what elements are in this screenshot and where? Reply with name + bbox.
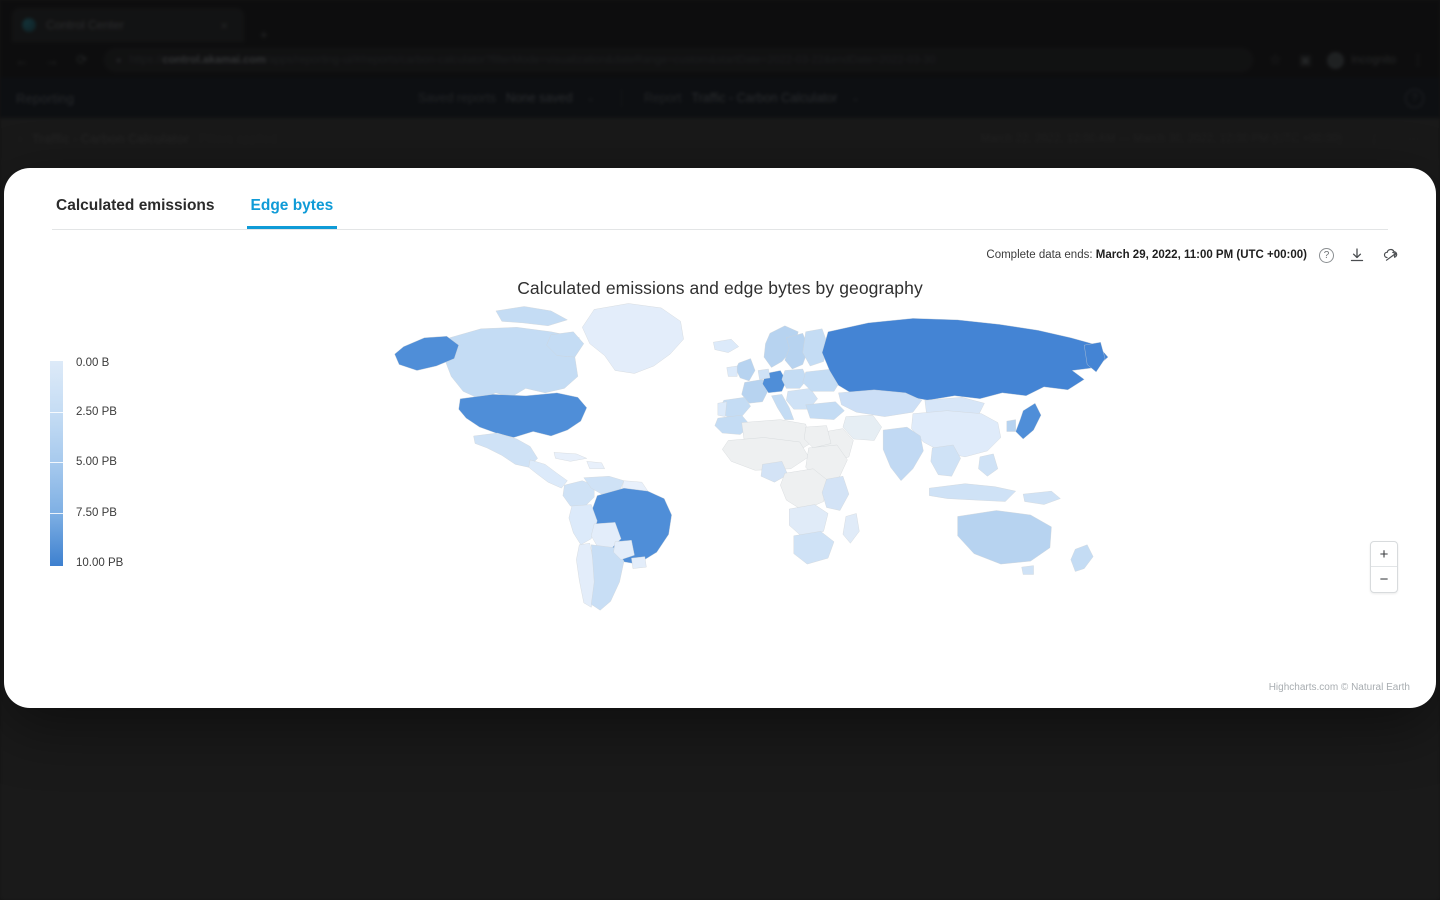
legend-tick-4: 10.00 PB (76, 557, 123, 569)
country-japan[interactable] (1016, 403, 1041, 439)
country-canada-arctic[interactable] (496, 306, 567, 325)
country-iceland[interactable] (713, 339, 738, 352)
country-central-america[interactable] (529, 460, 568, 488)
download-icon[interactable] (1346, 244, 1368, 266)
zoom-out-button[interactable]: − (1371, 567, 1397, 592)
country-turkey[interactable] (806, 402, 845, 420)
map-zoom-controls: + − (1370, 541, 1398, 593)
country-united-states[interactable] (459, 393, 587, 438)
color-legend: 0.00 B 2.50 PB 5.00 PB 7.50 PB 10.00 PB (50, 361, 196, 566)
modal-tabbar: Calculated emissions Edge bytes (52, 168, 1388, 230)
legend-tick-1: 2.50 PB (76, 406, 117, 418)
chart-title: Calculated emissions and edge bytes by g… (4, 278, 1436, 299)
country-benelux[interactable] (758, 369, 770, 379)
help-icon[interactable]: ? (1319, 248, 1334, 263)
country-russia[interactable] (822, 318, 1108, 400)
country-tasmania[interactable] (1022, 566, 1034, 575)
country-east-africa[interactable] (822, 476, 849, 510)
world-choropleth-map[interactable] (384, 299, 1144, 649)
world-map-svg[interactable] (384, 299, 1144, 649)
chart-modal: Calculated emissions Edge bytes Complete… (4, 168, 1436, 708)
map-credits: Highcharts.com © Natural Earth (1269, 682, 1410, 693)
country-cuba[interactable] (554, 452, 587, 461)
complete-data-ends: Complete data ends: March 29, 2022, 11:0… (986, 249, 1307, 261)
country-indonesia[interactable] (929, 484, 1015, 502)
country-korea[interactable] (1007, 420, 1016, 432)
country-central-africa[interactable] (780, 469, 828, 511)
country-poland[interactable] (782, 369, 807, 388)
country-australia[interactable] (958, 510, 1052, 564)
meta-prefix: Complete data ends: (986, 249, 1092, 261)
country-greenland[interactable] (582, 303, 683, 373)
meta-value: March 29, 2022, 11:00 PM (UTC +00:00) (1096, 249, 1307, 261)
country-portugal[interactable] (718, 402, 727, 417)
country-madagascar[interactable] (843, 513, 859, 543)
map-area: 0.00 B 2.50 PB 5.00 PB 7.50 PB 10.00 PB (4, 299, 1436, 699)
legend-gradient-bar (50, 361, 63, 566)
country-ireland[interactable] (727, 366, 737, 376)
legend-tick-labels: 0.00 B 2.50 PB 5.00 PB 7.50 PB 10.00 PB (76, 361, 196, 566)
country-united-kingdom[interactable] (736, 359, 755, 381)
country-angola-zambia[interactable] (789, 505, 828, 538)
tab-edge-bytes[interactable]: Edge bytes (247, 197, 338, 229)
country-new-zealand[interactable] (1071, 545, 1093, 572)
map-countries (395, 303, 1108, 610)
legend-tick-3: 7.50 PB (76, 507, 117, 519)
legend-tick-0: 0.00 B (76, 357, 109, 369)
country-hispaniola[interactable] (587, 461, 605, 468)
zoom-in-button[interactable]: + (1371, 542, 1397, 567)
country-mexico[interactable] (474, 433, 538, 467)
country-uruguay[interactable] (631, 557, 646, 569)
country-png[interactable] (1023, 491, 1060, 504)
modal-meta-row: Complete data ends: March 29, 2022, 11:0… (4, 230, 1436, 266)
legend-tick-2: 5.00 PB (76, 456, 117, 468)
country-south-africa[interactable] (794, 531, 834, 564)
country-china[interactable] (911, 411, 1000, 457)
share-icon[interactable] (1380, 244, 1402, 266)
tab-calculated-emissions[interactable]: Calculated emissions (52, 197, 219, 229)
country-india[interactable] (883, 427, 923, 481)
country-philippines[interactable] (978, 454, 997, 476)
